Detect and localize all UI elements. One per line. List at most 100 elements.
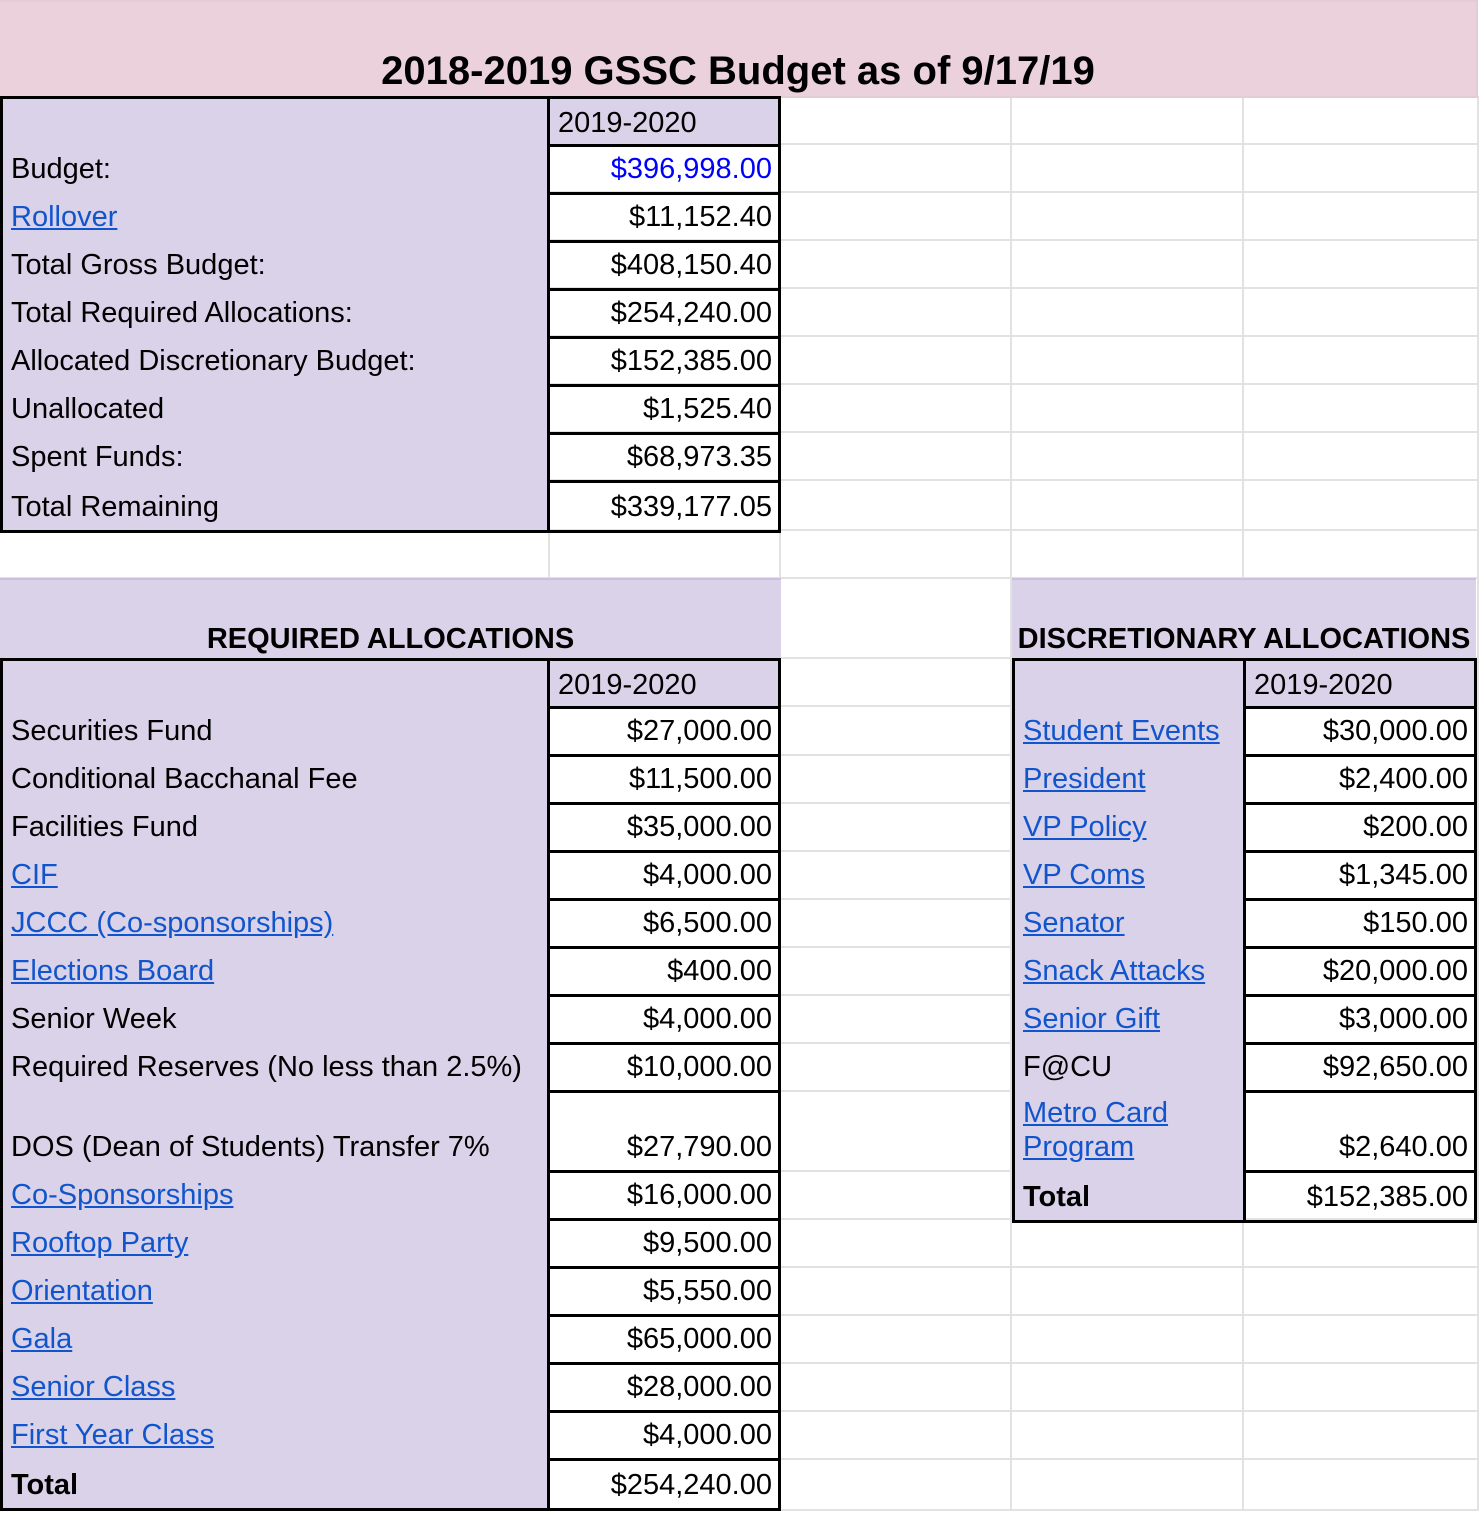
grid-cell — [1243, 336, 1479, 385]
jccc-co-sponsorships-link[interactable]: JCCC (Co-sponsorships) — [11, 906, 333, 940]
required-label-co-sponsorships: Co-Sponsorships — [0, 1170, 550, 1221]
senator-link[interactable]: Senator — [1023, 906, 1125, 940]
grid-cell — [1243, 96, 1479, 145]
elections-board-link[interactable]: Elections Board — [11, 954, 214, 988]
required-label-total: Total — [0, 1458, 550, 1511]
summary-year-header: 2019-2020 — [547, 96, 781, 147]
summary-label-rollover: Rollover — [0, 192, 550, 243]
first-year-class-link[interactable]: First Year Class — [11, 1418, 214, 1452]
required-label-orientation: Orientation — [0, 1266, 550, 1317]
required-value-rooftop-party: $9,500.00 — [547, 1218, 781, 1269]
grid-cell — [780, 530, 1012, 579]
summary-value-total-gross: $408,150.40 — [547, 240, 781, 291]
discretionary-label-senior-gift: Senior Gift — [1012, 994, 1246, 1045]
vp-coms-link[interactable]: VP Coms — [1023, 858, 1145, 892]
president-link[interactable]: President — [1023, 762, 1146, 796]
grid-cell — [1243, 384, 1479, 433]
required-value-facilities-fund: $35,000.00 — [547, 802, 781, 853]
grid-cell — [780, 432, 1012, 481]
summary-value-allocated-discretionary: $152,385.00 — [547, 336, 781, 387]
grid-cell — [780, 706, 1012, 756]
discretionary-value-total: $152,385.00 — [1243, 1170, 1477, 1223]
grid-cell — [1011, 1411, 1244, 1460]
senior-gift-link[interactable]: Senior Gift — [1023, 1002, 1160, 1036]
grid-cell — [780, 1171, 1012, 1220]
vp-policy-link[interactable]: VP Policy — [1023, 810, 1147, 844]
discretionary-header-empty — [1012, 658, 1246, 709]
grid-cell — [1011, 1219, 1244, 1268]
required-label-required-reserves-no-less-than-2-5: Required Reserves (No less than 2.5%) — [0, 1042, 550, 1093]
grid-cell — [1243, 1315, 1479, 1364]
summary-value-unallocated: $1,525.40 — [547, 384, 781, 435]
summary-value-total-remaining: $339,177.05 — [547, 480, 781, 533]
discretionary-value-snack-attacks: $20,000.00 — [1243, 946, 1477, 997]
required-label-cif: CIF — [0, 850, 550, 901]
discretionary-label-student-events: Student Events — [1012, 706, 1246, 757]
grid-cell — [780, 899, 1012, 948]
required-value-total: $254,240.00 — [547, 1458, 781, 1511]
discretionary-value-vp-policy: $200.00 — [1243, 802, 1477, 853]
grid-cell — [780, 1411, 1012, 1460]
grid-cell — [780, 578, 1012, 659]
required-value-orientation: $5,550.00 — [547, 1266, 781, 1317]
grid-cell — [1243, 1363, 1479, 1412]
discretionary-value-student-events: $30,000.00 — [1243, 706, 1477, 757]
grid-cell — [1011, 192, 1244, 241]
discretionary-label-snack-attacks: Snack Attacks — [1012, 946, 1246, 997]
grid-cell — [1243, 1219, 1479, 1268]
grid-cell — [1243, 192, 1479, 241]
snack-attacks-link[interactable]: Snack Attacks — [1023, 954, 1205, 988]
grid-cell — [1011, 144, 1244, 193]
required-value-gala: $65,000.00 — [547, 1314, 781, 1365]
summary-label-total-gross: Total Gross Budget: — [0, 240, 550, 291]
summary-label-budget: Budget: — [0, 144, 550, 195]
grid-cell — [1011, 1363, 1244, 1412]
discretionary-value-f-cu: $92,650.00 — [1243, 1042, 1477, 1093]
page-title: 2018-2019 GSSC Budget as of 9/17/19 — [0, 0, 1478, 98]
rollover-link[interactable]: Rollover — [11, 200, 117, 234]
rooftop-party-link[interactable]: Rooftop Party — [11, 1226, 188, 1260]
grid-cell — [1243, 1411, 1479, 1460]
discretionary-label-metro-card-program: Metro Card Program — [1012, 1090, 1246, 1173]
cif-link[interactable]: CIF — [11, 858, 58, 892]
grid-cell — [1243, 1267, 1479, 1316]
required-header-empty — [0, 658, 550, 709]
senior-class-link[interactable]: Senior Class — [11, 1370, 175, 1404]
summary-value-spent-funds: $68,973.35 — [547, 432, 781, 483]
required-value-cif: $4,000.00 — [547, 850, 781, 901]
gala-link[interactable]: Gala — [11, 1322, 72, 1356]
required-value-jccc-co-sponsorships: $6,500.00 — [547, 898, 781, 949]
grid-cell — [780, 1091, 1012, 1172]
summary-label-spent-funds: Spent Funds: — [0, 432, 550, 483]
summary-label-total-required: Total Required Allocations: — [0, 288, 550, 339]
discretionary-value-senior-gift: $3,000.00 — [1243, 994, 1477, 1045]
grid-cell — [780, 1267, 1012, 1316]
required-label-securities-fund: Securities Fund — [0, 706, 550, 757]
grid-cell — [780, 947, 1012, 996]
co-sponsorships-link[interactable]: Co-Sponsorships — [11, 1178, 233, 1212]
discretionary-label-total: Total — [1012, 1170, 1246, 1223]
summary-value-rollover: $11,152.40 — [547, 192, 781, 243]
discretionary-label-president: President — [1012, 754, 1246, 805]
grid-cell — [780, 336, 1012, 385]
orientation-link[interactable]: Orientation — [11, 1274, 153, 1308]
discretionary-year-header: 2019-2020 — [1243, 658, 1477, 709]
discretionary-label-f-cu: F@CU — [1012, 1042, 1246, 1093]
required-label-conditional-bacchanal-fee: Conditional Bacchanal Fee — [0, 754, 550, 805]
grid-cell — [1243, 1459, 1479, 1511]
metro-card-program-link[interactable]: Metro Card Program — [1023, 1096, 1223, 1164]
required-value-required-reserves-no-less-than-2-5: $10,000.00 — [547, 1042, 781, 1093]
student-events-link[interactable]: Student Events — [1023, 714, 1220, 748]
grid-cell — [780, 288, 1012, 337]
required-label-jccc-co-sponsorships: JCCC (Co-sponsorships) — [0, 898, 550, 949]
discretionary-value-senator: $150.00 — [1243, 898, 1477, 949]
grid-cell — [780, 192, 1012, 241]
summary-value-budget: $396,998.00 — [547, 144, 781, 195]
required-value-senior-class: $28,000.00 — [547, 1362, 781, 1413]
grid-cell — [780, 1315, 1012, 1364]
grid-cell — [1011, 96, 1244, 145]
grid-cell — [780, 144, 1012, 193]
grid-cell — [1011, 530, 1244, 579]
summary-value-total-required: $254,240.00 — [547, 288, 781, 339]
grid-cell — [780, 240, 1012, 289]
